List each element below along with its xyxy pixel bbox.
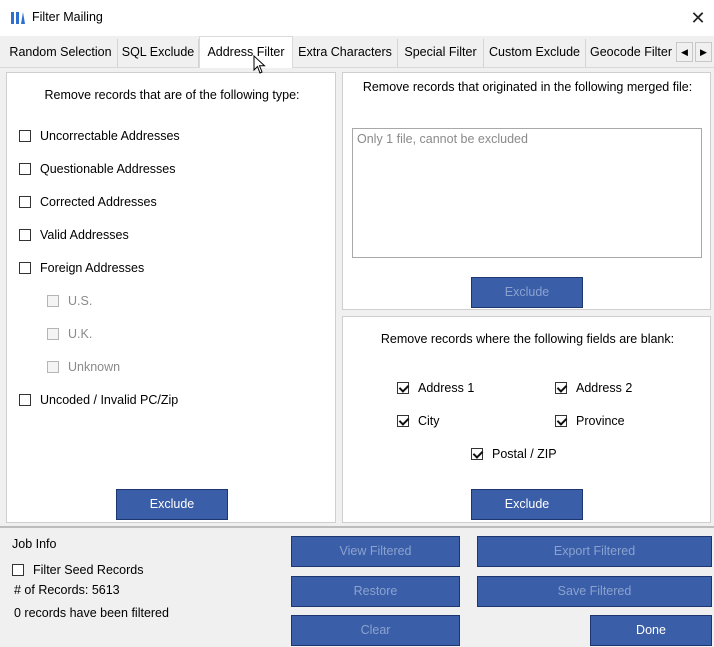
checkbox-box[interactable]	[397, 415, 409, 427]
city-checkbox[interactable]: City	[397, 413, 440, 429]
checkbox-label: Filter Seed Records	[33, 563, 144, 577]
checkbox-box[interactable]	[19, 130, 31, 142]
uncoded-invalid-checkbox[interactable]: Uncoded / Invalid PC/Zip	[19, 392, 178, 408]
title-bar: Filter Mailing ✕	[0, 0, 714, 36]
tab-geocode-filter[interactable]: Geocode Filter	[586, 39, 676, 67]
filter-seed-records-checkbox[interactable]: Filter Seed Records	[12, 562, 143, 578]
job-info-title: Job Info	[12, 537, 57, 551]
blank-fields-panel: Remove records where the following field…	[342, 316, 711, 523]
clear-button[interactable]: Clear	[291, 615, 460, 646]
records-count: # of Records: 5613	[14, 583, 120, 597]
checkbox-box[interactable]	[47, 328, 59, 340]
close-icon[interactable]: ✕	[690, 8, 705, 28]
checkbox-box[interactable]	[47, 361, 59, 373]
foreign-addresses-checkbox[interactable]: Foreign Addresses	[19, 260, 144, 276]
checkbox-label: Unknown	[68, 360, 121, 374]
merged-file-placeholder: Only 1 file, cannot be excluded	[357, 132, 528, 146]
checkbox-box[interactable]	[19, 229, 31, 241]
checkbox-box[interactable]	[19, 163, 31, 175]
checkbox-label: Questionable Addresses	[40, 162, 176, 176]
tab-custom-exclude[interactable]: Custom Exclude	[484, 39, 586, 67]
checkbox-box[interactable]	[12, 564, 24, 576]
checkbox-box[interactable]	[19, 262, 31, 274]
app-icon	[11, 12, 25, 24]
address-type-panel: Remove records that are of the following…	[6, 72, 336, 523]
tab-strip: Random Selection SQL Exclude Address Fil…	[0, 36, 714, 68]
checkbox-box[interactable]	[19, 196, 31, 208]
checkbox-box[interactable]	[555, 382, 567, 394]
exclude-type-button[interactable]: Exclude	[116, 489, 228, 520]
checkbox-box[interactable]	[397, 382, 409, 394]
done-button[interactable]: Done	[590, 615, 712, 646]
exclude-blank-button[interactable]: Exclude	[471, 489, 583, 520]
foreign-uk-checkbox[interactable]: U.K.	[47, 326, 92, 342]
filtered-status: 0 records have been filtered	[14, 606, 169, 620]
merged-file-list[interactable]: Only 1 file, cannot be excluded	[352, 128, 702, 258]
tab-random-selection[interactable]: Random Selection	[4, 39, 118, 67]
tab-scroll-left-button[interactable]: ◀	[676, 42, 693, 62]
checkbox-label: Postal / ZIP	[492, 447, 557, 461]
valid-addresses-checkbox[interactable]: Valid Addresses	[19, 227, 129, 243]
checkbox-label: Province	[576, 414, 625, 428]
close-button[interactable]: ✕	[686, 6, 710, 30]
checkbox-label: Uncoded / Invalid PC/Zip	[40, 393, 179, 407]
uncorrectable-addresses-checkbox[interactable]: Uncorrectable Addresses	[19, 128, 180, 144]
address-type-panel-title: Remove records that are of the following…	[44, 88, 300, 102]
restore-button[interactable]: Restore	[291, 576, 460, 607]
postal-zip-checkbox[interactable]: Postal / ZIP	[471, 446, 557, 462]
tab-special-filter[interactable]: Special Filter	[398, 39, 484, 67]
checkbox-box[interactable]	[19, 394, 31, 406]
checkbox-box[interactable]	[47, 295, 59, 307]
checkbox-label: U.K.	[68, 327, 93, 341]
mouse-cursor-icon	[253, 55, 266, 74]
address1-checkbox[interactable]: Address 1	[397, 380, 474, 396]
checkbox-label: Uncorrectable Addresses	[40, 129, 180, 143]
checkbox-label: Address 2	[576, 381, 633, 395]
merged-file-panel: Remove records that originated in the fo…	[342, 72, 711, 310]
chevron-right-icon[interactable]: ▶	[700, 47, 707, 57]
tab-extra-characters[interactable]: Extra Characters	[293, 39, 398, 67]
export-filtered-button[interactable]: Export Filtered	[477, 536, 712, 567]
window-title: Filter Mailing	[32, 10, 103, 24]
questionable-addresses-checkbox[interactable]: Questionable Addresses	[19, 161, 176, 177]
tab-scroll-right-button[interactable]: ▶	[695, 42, 712, 62]
exclude-merged-button[interactable]: Exclude	[471, 277, 583, 308]
checkbox-label: Foreign Addresses	[40, 261, 145, 275]
tab-sql-exclude[interactable]: SQL Exclude	[118, 39, 199, 67]
checkbox-box[interactable]	[555, 415, 567, 427]
foreign-us-checkbox[interactable]: U.S.	[47, 293, 92, 309]
merged-file-panel-title: Remove records that originated in the fo…	[362, 80, 693, 94]
corrected-addresses-checkbox[interactable]: Corrected Addresses	[19, 194, 157, 210]
tab-address-filter[interactable]: Address Filter	[199, 36, 293, 68]
filter-mailing-window: Filter Mailing ✕ Random Selection SQL Ex…	[0, 0, 714, 647]
footer-divider	[0, 526, 714, 528]
chevron-left-icon[interactable]: ◀	[681, 47, 688, 57]
address2-checkbox[interactable]: Address 2	[555, 380, 632, 396]
checkbox-box[interactable]	[471, 448, 483, 460]
blank-fields-panel-title: Remove records where the following field…	[380, 332, 675, 346]
checkbox-label: City	[418, 414, 440, 428]
foreign-unknown-checkbox[interactable]: Unknown	[47, 359, 120, 375]
view-filtered-button[interactable]: View Filtered	[291, 536, 460, 567]
checkbox-label: Valid Addresses	[40, 228, 129, 242]
checkbox-label: Address 1	[418, 381, 475, 395]
save-filtered-button[interactable]: Save Filtered	[477, 576, 712, 607]
checkbox-label: Corrected Addresses	[40, 195, 157, 209]
checkbox-label: U.S.	[68, 294, 93, 308]
province-checkbox[interactable]: Province	[555, 413, 625, 429]
